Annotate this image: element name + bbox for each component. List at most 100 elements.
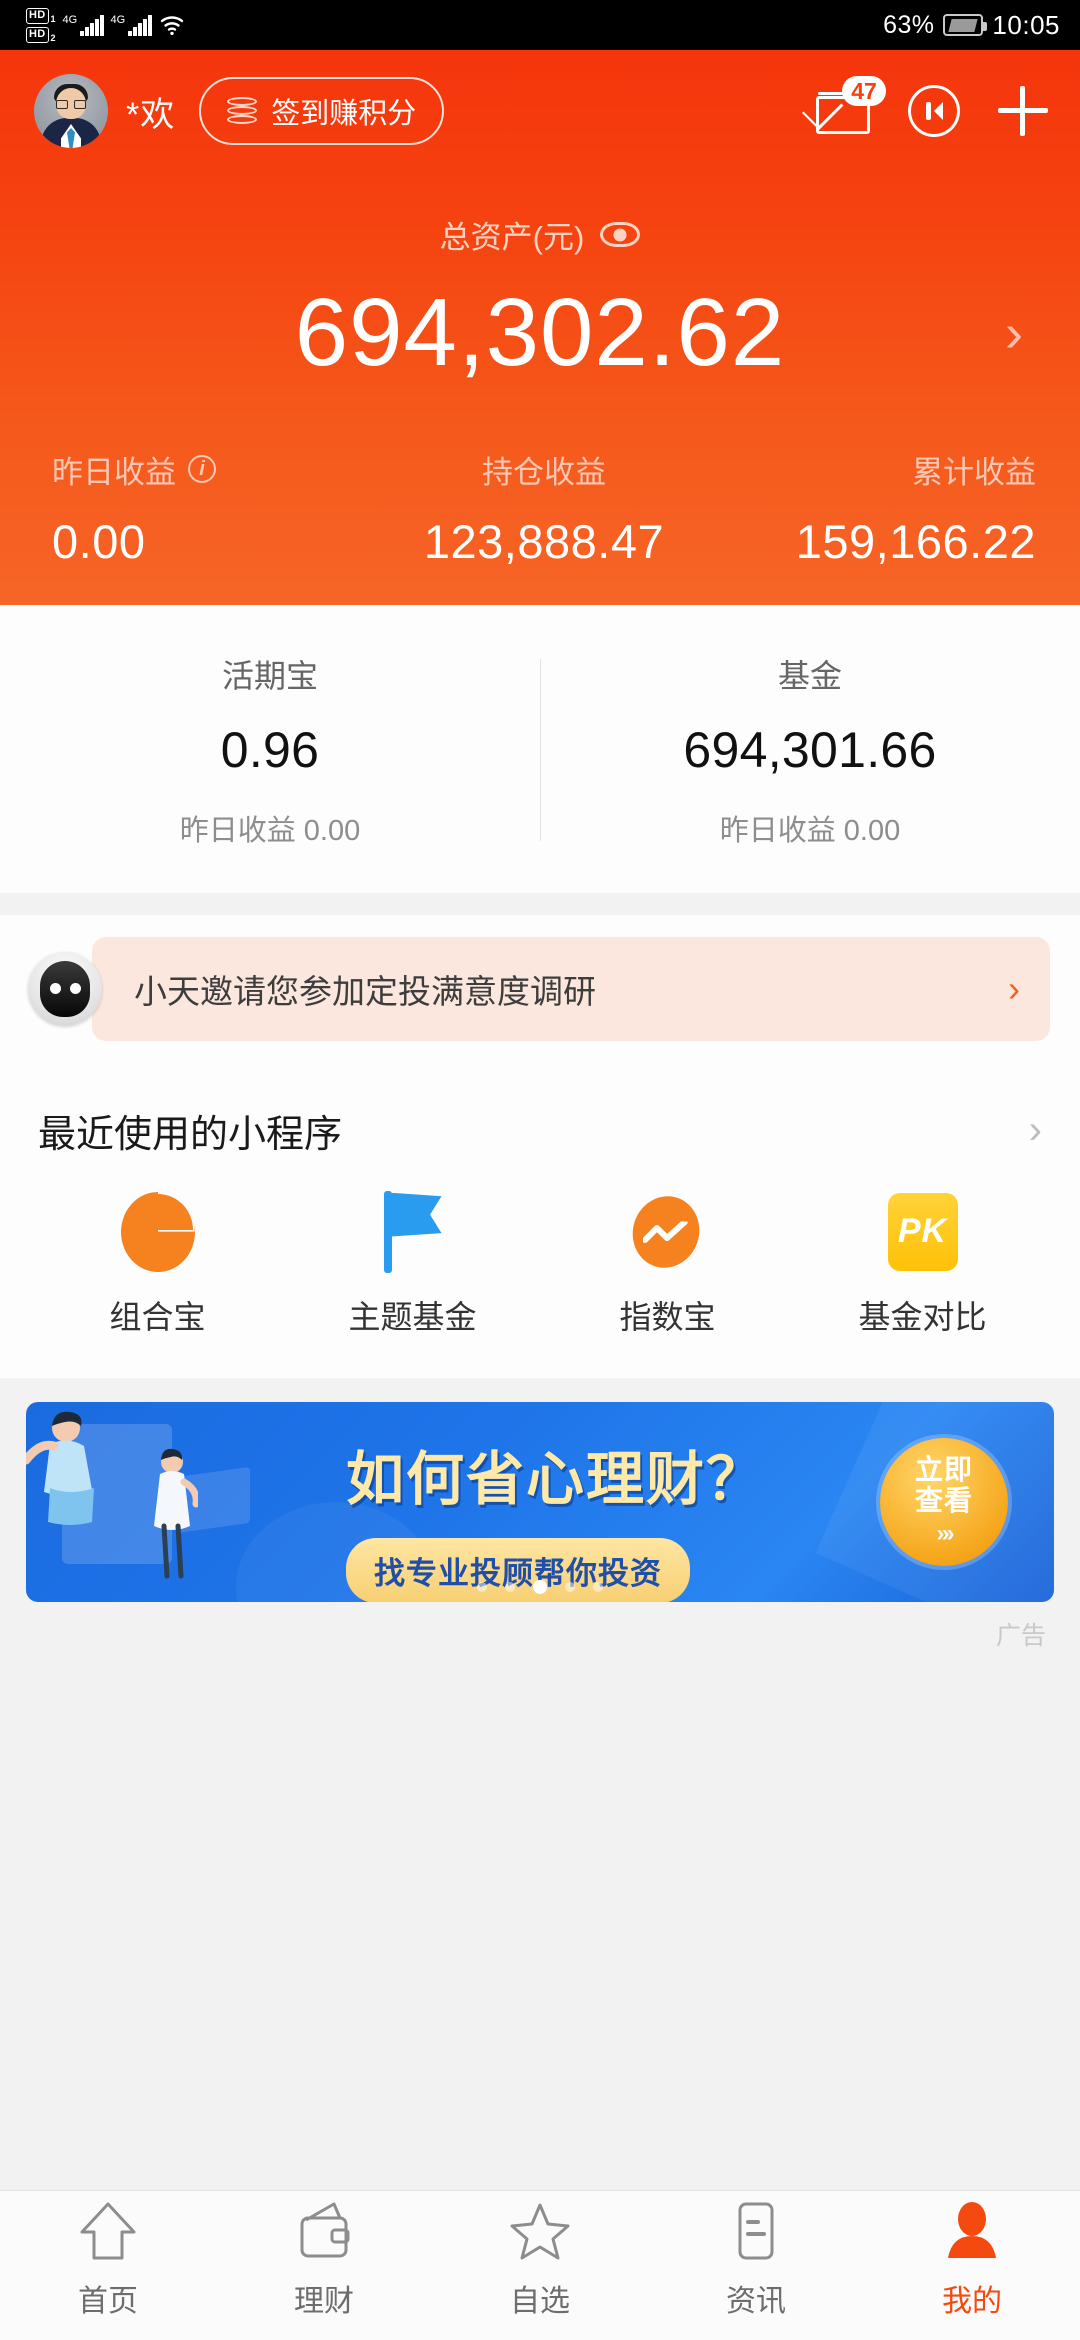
summary-column-fund[interactable]: 基金 694,301.66 昨日收益 0.00 — [540, 651, 1080, 849]
carousel-dot[interactable] — [593, 1581, 603, 1592]
tab-label: 我的 — [942, 2284, 1002, 2318]
status-bar-left: HD 1 HD 2 4G 4G — [26, 7, 185, 43]
signal-sim2-icon: 4G — [111, 14, 152, 36]
stat-total-profit[interactable]: 累计收益 159,166.22 — [708, 447, 1074, 569]
total-assets-label-row: 总资产(元) — [0, 212, 1080, 257]
ad-cta-arrows-icon: »› — [936, 1520, 954, 1548]
eye-toggle-icon[interactable] — [600, 222, 641, 247]
clock-label: 10:05 — [992, 9, 1060, 40]
tab-profile[interactable]: 我的 — [864, 2198, 1080, 2320]
mini-program-label: 基金对比 — [858, 1298, 987, 1335]
summary-label: 活期宝 — [221, 657, 318, 694]
signal-bars-2 — [128, 14, 152, 36]
total-assets-amount-row[interactable]: 694,302.62 › — [0, 281, 1080, 385]
stat-label: 昨日收益 — [52, 454, 176, 490]
hero-stats: 昨日收益 i 0.00 持仓收益 123,888.47 累计收益 159,166… — [0, 447, 1080, 569]
ad-carousel-dots[interactable] — [477, 1579, 603, 1594]
asset-summary-card: 活期宝 0.96 昨日收益 0.00 基金 694,301.66 昨日收益 0.… — [0, 604, 1080, 893]
mini-programs-grid: 组合宝 主题基金 指数宝 PK 基金对比 — [30, 1187, 1050, 1338]
carousel-dot[interactable] — [565, 1581, 575, 1592]
account-hero: *欢 签到赚积分 47 总资产(元) 694,302.62 › 昨日收益 i 0… — [0, 50, 1080, 605]
mail-icon[interactable]: 47 — [802, 76, 886, 134]
ad-cta-line2: 查看 — [914, 1484, 973, 1516]
stat-label: 累计收益 — [912, 454, 1036, 490]
assistant-banner[interactable]: 小天邀请您参加定投满意度调研 › — [0, 914, 1080, 1067]
tab-label: 自选 — [510, 2284, 570, 2318]
ad-illustration-person-standing — [146, 1448, 200, 1579]
assistant-banner-chevron-icon[interactable]: › — [1008, 968, 1020, 1010]
summary-value: 694,301.66 — [683, 721, 937, 778]
mini-program-label: 组合宝 — [109, 1298, 206, 1335]
ad-banner[interactable]: 如何省心理财？ 找专业投顾帮你投资 立即 查看 »› — [26, 1401, 1054, 1602]
mini-programs-chevron-icon[interactable]: › — [1029, 1108, 1042, 1153]
tab-wealth[interactable]: 理财 — [216, 2198, 432, 2320]
summary-column-huoqibao[interactable]: 活期宝 0.96 昨日收益 0.00 — [0, 651, 540, 849]
hd1-icon: HD 1 — [26, 7, 56, 24]
stat-value: 159,166.22 — [795, 514, 1036, 568]
stat-label: 持仓收益 — [482, 454, 606, 490]
mail-unread-badge: 47 — [842, 76, 886, 106]
add-icon[interactable] — [998, 86, 1048, 136]
advertisement-section: 如何省心理财？ 找专业投顾帮你投资 立即 查看 »› 广告 — [0, 1377, 1080, 2190]
hd1-label: HD — [26, 7, 49, 24]
summary-value: 0.96 — [220, 721, 320, 778]
avatar-glasses-icon — [56, 100, 86, 109]
mini-program-jijinduibi[interactable]: PK 基金对比 — [795, 1192, 1050, 1338]
trend-zigzag — [642, 1217, 692, 1244]
mini-program-zuhebao[interactable]: 组合宝 — [30, 1191, 285, 1338]
stat-yesterday-profit[interactable]: 昨日收益 i 0.00 — [6, 447, 380, 569]
hd1-sub: 1 — [50, 13, 56, 24]
signin-earn-points-button[interactable]: 签到赚积分 — [199, 77, 445, 145]
avatar[interactable] — [34, 74, 108, 148]
mini-programs-section: 最近使用的小程序 › 组合宝 主题基金 指数宝 PK 基金对比 — [0, 1066, 1080, 1378]
mini-program-label: 指数宝 — [619, 1298, 716, 1335]
stat-label-row: 持仓收益 — [380, 447, 708, 492]
tab-label: 首页 — [78, 2284, 138, 2318]
summary-label: 基金 — [777, 657, 842, 694]
carousel-dot-active[interactable] — [533, 1579, 547, 1594]
mini-program-icon-wrap — [30, 1191, 285, 1272]
ad-copy: 如何省心理财？ 找专业投顾帮你投资 — [346, 1432, 766, 1602]
info-icon[interactable]: i — [188, 455, 216, 484]
sim2-network-label: 4G — [110, 14, 126, 26]
total-assets-chevron-icon[interactable]: › — [1005, 303, 1024, 362]
coins-icon — [227, 97, 258, 125]
assistant-banner-bubble[interactable]: 小天邀请您参加定投满意度调研 › — [76, 936, 1050, 1041]
eye-pupil — [613, 228, 627, 241]
stat-value: 0.00 — [52, 514, 146, 568]
news-icon — [726, 2198, 786, 2262]
mini-program-zhishubao[interactable]: 指数宝 — [540, 1187, 795, 1338]
mini-program-label: 主题基金 — [348, 1298, 477, 1335]
status-bar: HD 1 HD 2 4G 4G 63% 10:05 — [0, 0, 1080, 50]
tab-news[interactable]: 资讯 — [648, 2198, 864, 2320]
stat-holding-profit[interactable]: 持仓收益 123,888.47 — [380, 447, 708, 569]
tab-home[interactable]: 首页 — [0, 2198, 216, 2320]
stat-label-row: 昨日收益 i — [52, 447, 380, 492]
section-divider — [0, 892, 1080, 915]
customer-service-icon[interactable] — [908, 85, 960, 137]
tab-watchlist[interactable]: 自选 — [432, 2198, 648, 2320]
mini-program-zhutijijin[interactable]: 主题基金 — [285, 1190, 540, 1338]
carousel-dot[interactable] — [505, 1581, 515, 1592]
volte-indicators: HD 1 HD 2 — [26, 7, 56, 43]
battery-icon — [943, 14, 988, 36]
hd2-icon: HD 2 — [26, 26, 56, 43]
ad-cta-button[interactable]: 立即 查看 »› — [880, 1437, 1008, 1566]
hero-topbar: *欢 签到赚积分 47 — [0, 50, 1080, 148]
home-icon — [78, 2198, 138, 2262]
carousel-dot[interactable] — [477, 1581, 487, 1592]
signal-sim1-icon: 4G — [63, 14, 104, 36]
pk-badge-icon: PK — [887, 1192, 958, 1271]
assistant-banner-text: 小天邀请您参加定投满意度调研 — [134, 972, 596, 1010]
signal-bars-1 — [80, 14, 104, 36]
mini-programs-header[interactable]: 最近使用的小程序 › — [30, 1103, 1050, 1158]
mini-programs-title: 最近使用的小程序 — [38, 1113, 343, 1156]
mini-program-icon-wrap — [540, 1187, 795, 1277]
wallet-icon — [294, 2198, 354, 2262]
username-label: *欢 — [126, 95, 176, 134]
trend-arrow-icon — [622, 1187, 709, 1277]
ad-headline: 如何省心理财？ — [346, 1446, 767, 1512]
robot-avatar-icon — [28, 951, 102, 1026]
app-screen: HD 1 HD 2 4G 4G 63% 10:05 *欢 签到赚积分 47 总资… — [0, 0, 1080, 2340]
hd2-label: HD — [26, 26, 49, 43]
